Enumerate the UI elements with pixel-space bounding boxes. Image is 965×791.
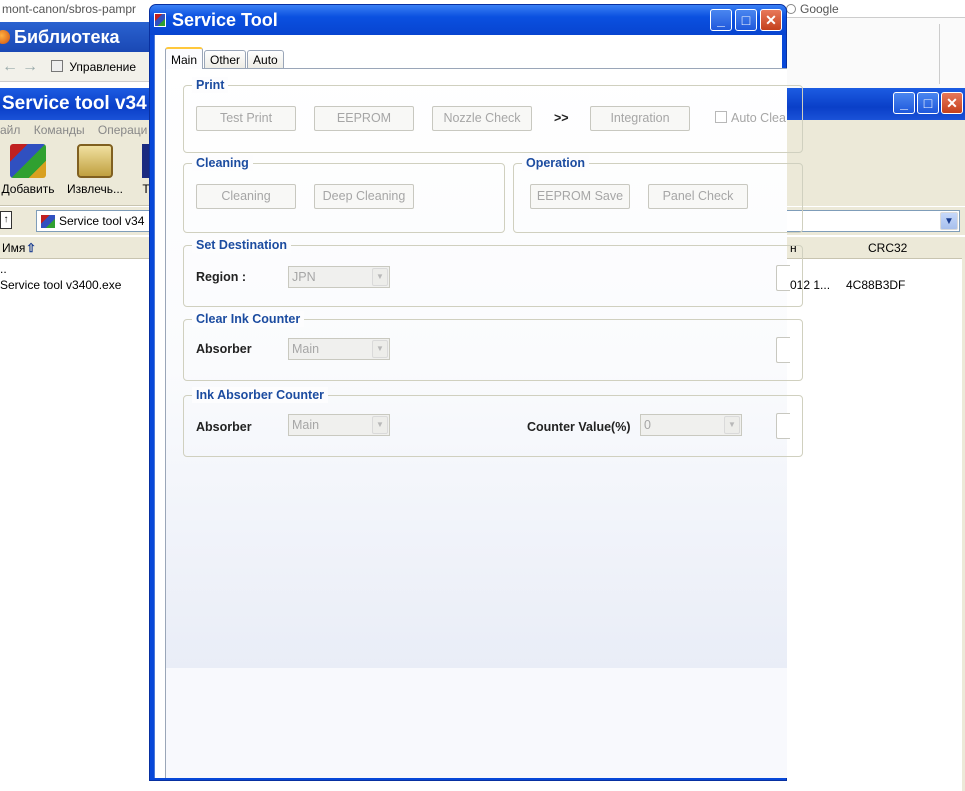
close-button[interactable]: ✕ — [760, 9, 782, 31]
maximize-button[interactable]: □ — [735, 9, 757, 31]
sort-up-icon: ⇧ — [26, 241, 37, 255]
service-tool-client: Main Other Auto Print Test Print EEPROM … — [154, 35, 803, 778]
browser-search-box[interactable]: Google — [786, 0, 965, 18]
arrow-label: >> — [554, 111, 569, 125]
set-button-partial[interactable] — [776, 337, 790, 363]
search-engine-icon — [786, 4, 796, 14]
auto-clean-label: Auto Clea — [731, 111, 786, 125]
pane-divider — [939, 24, 940, 84]
manage-icon — [51, 60, 64, 72]
chevron-down-icon[interactable]: ▼ — [724, 416, 740, 434]
minimize-button[interactable]: _ — [710, 9, 732, 31]
library-title: Библиотека — [14, 27, 120, 47]
extract-button[interactable]: Извлечь... — [62, 144, 128, 196]
library-nav: ← → Управление — [0, 52, 160, 82]
close-button[interactable]: ✕ — [941, 92, 963, 114]
maximize-button[interactable]: □ — [917, 92, 939, 114]
main-tab-panel: Print Test Print EEPROM Nozzle Check >> … — [165, 68, 803, 668]
absorber-label: Absorber — [196, 420, 252, 434]
menu-file[interactable]: айл — [0, 123, 20, 137]
ink-absorber-select[interactable]: Main ▼ — [288, 414, 390, 436]
file-name: Service tool v3400.exe — [0, 278, 122, 292]
add-button[interactable]: Добавить — [0, 144, 56, 196]
extract-icon — [77, 144, 113, 178]
clear-ink-counter-group: Clear Ink Counter Absorber Main ▼ — [183, 311, 803, 381]
counter-value: 0 — [644, 418, 651, 432]
integration-button[interactable]: Integration — [590, 106, 690, 131]
menu-commands[interactable]: Команды — [34, 123, 85, 137]
toolbar-right-blank — [786, 140, 965, 206]
winrar-window-controls: _ □ ✕ — [893, 92, 963, 114]
browser-url-fragment: mont-canon/sbros-pampr — [0, 0, 160, 18]
tab-other[interactable]: Other — [204, 50, 247, 69]
service-tool-window-controls: _ □ ✕ — [710, 9, 782, 31]
print-group: Print Test Print EEPROM Nozzle Check >> … — [183, 77, 803, 153]
clear-absorber-select[interactable]: Main ▼ — [288, 338, 390, 360]
region-select[interactable]: JPN ▼ — [288, 266, 390, 288]
address-combo[interactable]: ▼ — [786, 210, 960, 232]
chevron-down-icon[interactable]: ▼ — [372, 340, 388, 358]
clear-absorber-value: Main — [292, 342, 320, 356]
counter-value-label: Counter Value(%) — [527, 420, 631, 434]
firefox-icon — [0, 30, 10, 44]
service-tool-title-bar[interactable]: Service Tool — [150, 5, 786, 35]
region-value: JPN — [292, 270, 316, 284]
up-folder-icon[interactable]: ↑ — [0, 211, 12, 229]
archive-path-field[interactable]: Service tool v34 — [36, 210, 161, 232]
col-name[interactable]: Имя — [0, 237, 25, 259]
eeprom-save-button[interactable]: EEPROM Save — [530, 184, 630, 209]
add-label: Добавить — [1, 182, 55, 196]
add-archive-icon — [10, 144, 46, 178]
operation-group-title: Operation — [522, 155, 590, 171]
set-button-partial[interactable] — [776, 413, 790, 439]
chevron-down-icon[interactable]: ▼ — [940, 212, 958, 230]
file-name: .. — [0, 262, 7, 276]
print-group-title: Print — [192, 77, 229, 93]
set-button-partial[interactable] — [776, 265, 790, 291]
chevron-down-icon[interactable]: ▼ — [372, 268, 388, 286]
panel-lower-area — [165, 668, 787, 778]
back-arrow-icon[interactable]: ← — [0, 52, 20, 81]
ink-absorber-counter-group: Ink Absorber Counter Absorber Main ▼ Cou… — [183, 387, 803, 457]
set-destination-title: Set Destination — [192, 237, 291, 253]
extract-label: Извлечь... — [66, 182, 123, 196]
manage-menu[interactable]: Управление — [69, 60, 136, 74]
service-tool-title: Service Tool — [172, 10, 278, 30]
chevron-down-icon[interactable]: ▼ — [372, 416, 388, 434]
eeprom-button[interactable]: EEPROM — [314, 106, 414, 131]
region-label: Region : — [196, 270, 246, 284]
tab-auto[interactable]: Auto — [247, 50, 284, 69]
deep-cleaning-button[interactable]: Deep Cleaning — [314, 184, 414, 209]
absorber-label: Absorber — [196, 342, 252, 356]
col-crc[interactable]: CRC32 — [866, 237, 907, 259]
operation-group: Operation EEPROM Save Panel Check — [513, 155, 803, 233]
set-destination-group: Set Destination Region : JPN ▼ — [183, 237, 803, 307]
nozzle-check-button[interactable]: Nozzle Check — [432, 106, 532, 131]
file-crc: 4C88B3DF — [846, 278, 906, 292]
library-right-pane — [786, 18, 965, 88]
library-title-bar: Библиотека — [0, 22, 160, 52]
panel-check-button[interactable]: Panel Check — [648, 184, 748, 209]
counter-value-select[interactable]: 0 ▼ — [640, 414, 742, 436]
tab-main[interactable]: Main — [165, 47, 204, 69]
tab-strip: Main Other Auto — [165, 46, 285, 69]
forward-arrow-icon[interactable]: → — [20, 52, 40, 81]
clear-ink-counter-title: Clear Ink Counter — [192, 311, 305, 327]
test-print-button[interactable]: Test Print — [196, 106, 296, 131]
search-engine-label: Google — [800, 2, 839, 16]
auto-clean-checkbox[interactable] — [715, 111, 727, 123]
minimize-button[interactable]: _ — [893, 92, 915, 114]
cleaning-group: Cleaning Cleaning Deep Cleaning — [183, 155, 505, 233]
cleaning-button[interactable]: Cleaning — [196, 184, 296, 209]
service-tool-window: Service Tool _ □ ✕ Main Other Auto Print… — [149, 4, 803, 781]
ink-absorber-counter-title: Ink Absorber Counter — [192, 387, 329, 403]
cleaning-group-title: Cleaning — [192, 155, 253, 171]
menu-operations[interactable]: Операци — [98, 123, 147, 137]
ink-absorber-value: Main — [292, 418, 320, 432]
app-icon — [154, 13, 166, 27]
winrar-title: Service tool v34 — [2, 93, 147, 114]
